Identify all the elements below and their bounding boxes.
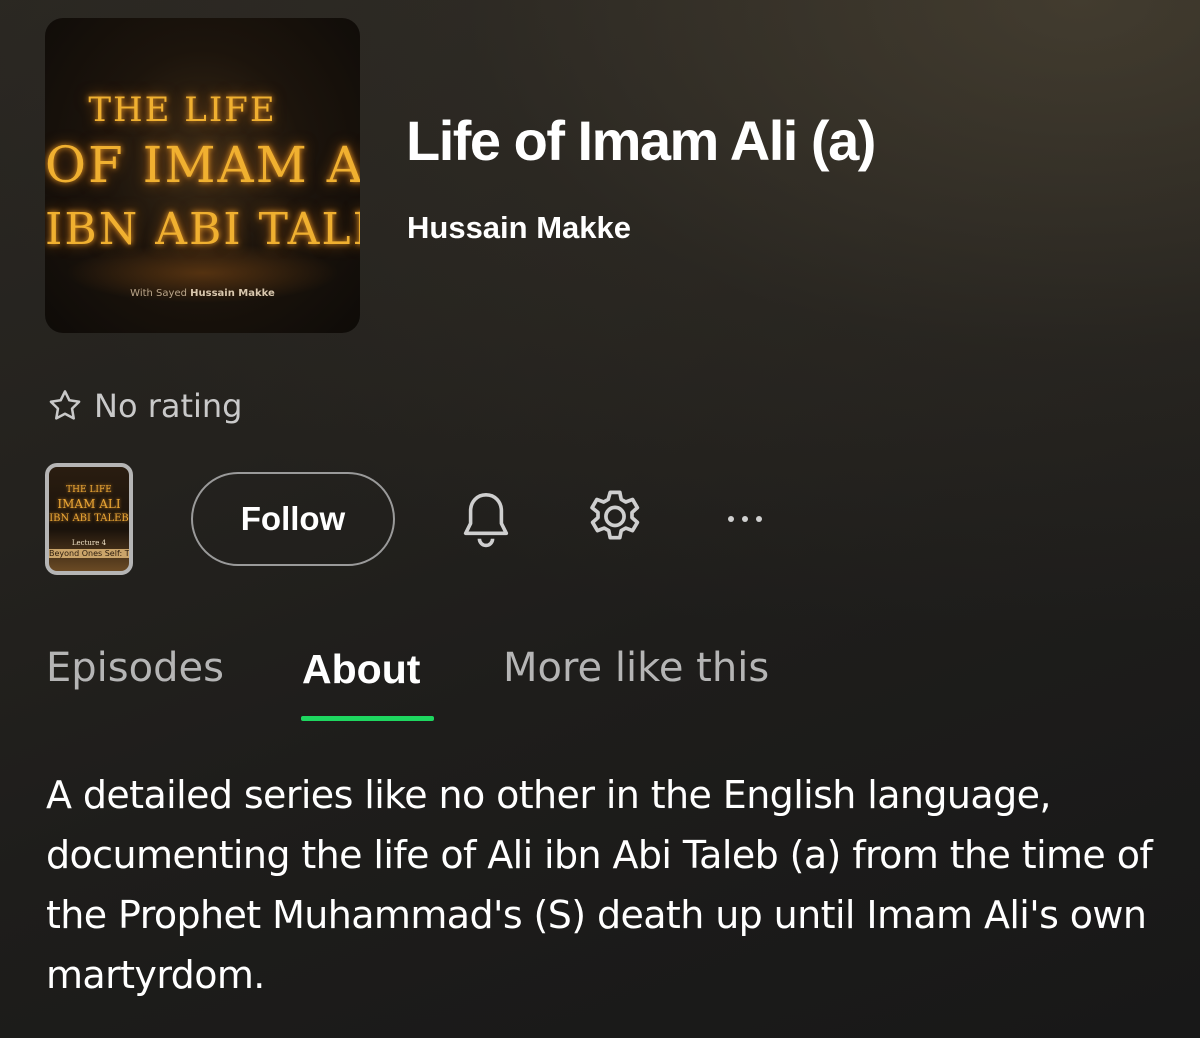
more-horizontal-icon [728, 516, 762, 522]
thumb-text-line1: THE LIFE [66, 485, 112, 495]
notifications-button[interactable] [451, 484, 521, 554]
active-tab-indicator [301, 716, 434, 721]
tab-episodes[interactable]: Episodes [46, 645, 224, 691]
gear-icon [590, 490, 640, 540]
settings-button[interactable] [580, 484, 650, 554]
rating-text: No rating [94, 387, 243, 425]
thumb-text-line2: IMAM ALI [57, 497, 121, 511]
cover-credit: With Sayed Hussain Makke [45, 288, 360, 299]
thumb-lecture-label: Lecture 4 [71, 539, 107, 547]
thumb-episode-title: Beyond Ones Self: The [49, 549, 133, 558]
more-options-button[interactable] [709, 484, 779, 554]
thumb-text-line3: IBN ABI TALEB [49, 513, 129, 524]
cover-text-line2: OF IMAM ALI [45, 136, 360, 194]
show-author-link[interactable]: Hussain Makke [407, 210, 631, 246]
star-outline-icon [49, 390, 81, 420]
tab-about[interactable]: About [302, 646, 420, 693]
tab-more-like-this[interactable]: More like this [503, 645, 769, 691]
cover-credit-name: Hussain Makke [190, 288, 275, 299]
follow-button[interactable]: Follow [191, 472, 395, 566]
cover-credit-prefix: With Sayed [130, 288, 187, 299]
show-description: A detailed series like no other in the E… [46, 773, 1153, 997]
bell-icon [463, 493, 509, 548]
show-title: Life of Imam Ali (a) [406, 109, 876, 172]
cover-text-line3: IBN ABI TALEB [45, 204, 360, 255]
latest-episode-thumbnail[interactable]: THE LIFE IMAM ALI IBN ABI TALEB Lecture … [45, 463, 133, 575]
cover-text-line1: THE LIFE [88, 90, 277, 130]
rating[interactable]: No rating [46, 384, 242, 428]
show-cover-art[interactable]: THE LIFE OF IMAM ALI IBN ABI TALEB With … [45, 18, 360, 333]
